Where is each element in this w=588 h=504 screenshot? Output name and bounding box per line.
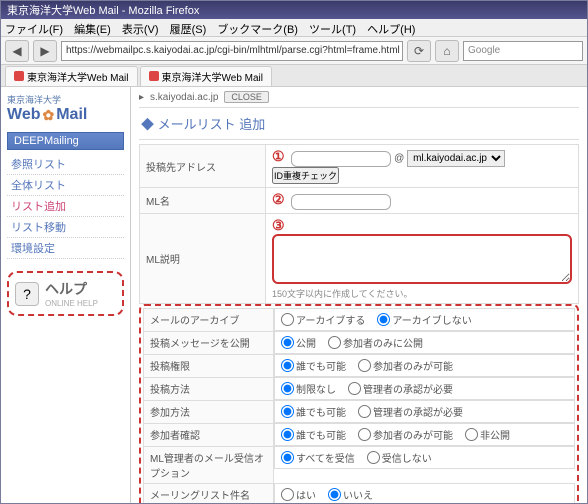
page-title: ◆ メールリスト 追加 <box>139 107 579 140</box>
nav-toolbar: ◀ ▶ https://webmailpc.s.kaiyodai.ac.jp/c… <box>1 37 587 65</box>
logo: 東京海洋大学 Web ✿ Mail <box>7 93 124 124</box>
label-join: 参加方法 <box>144 400 274 423</box>
menu-history[interactable]: 履歴(S) <box>170 24 207 36</box>
annot-3: ③ <box>272 217 285 233</box>
menu-edit[interactable]: 編集(E) <box>74 24 111 36</box>
menu-tools[interactable]: ツール(T) <box>309 24 356 36</box>
archive-no[interactable] <box>377 313 390 326</box>
desc-textarea[interactable] <box>272 234 572 284</box>
close-button[interactable]: CLOSE <box>224 91 269 103</box>
help-label: ヘルプ <box>45 281 87 297</box>
url-text: https://webmailpc.s.kaiyodai.ac.jp/cgi-b… <box>66 45 400 56</box>
archive-yes[interactable] <box>281 313 294 326</box>
search-box[interactable]: Google <box>463 41 583 61</box>
form-table: 投稿先アドレス ① @ ml.kaiyodai.ac.jp ID重複チェック M… <box>139 144 579 304</box>
mlhead-yes[interactable] <box>281 488 294 501</box>
home-button[interactable]: ⌂ <box>435 40 459 62</box>
label-name: ML名 <box>140 188 266 214</box>
perm-members[interactable] <box>358 359 371 372</box>
reload-button[interactable]: ⟳ <box>407 40 431 62</box>
menubar: ファイル(F) 編集(E) 表示(V) 履歴(S) ブックマーク(B) ツール(… <box>1 19 587 37</box>
label-perm: 投稿権限 <box>144 354 274 377</box>
label-admin-recv: ML管理者のメール受信オプション <box>144 446 274 483</box>
label-publish: 投稿メッセージを公開 <box>144 331 274 354</box>
options-block: メールのアーカイブ アーカイブするアーカイブしない 投稿メッセージを公開 公開参… <box>139 304 579 504</box>
addr-input[interactable] <box>291 151 391 167</box>
logo-sub: 東京海洋大学 <box>7 93 124 106</box>
perm-any[interactable] <box>281 359 294 372</box>
adminrecv-none[interactable] <box>367 451 380 464</box>
menu-help[interactable]: ヘルプ(H) <box>367 24 415 36</box>
method-none[interactable] <box>281 382 294 395</box>
sidebar: 東京海洋大学 Web ✿ Mail DEEPMailing 参照リスト 全体リス… <box>1 87 131 503</box>
mlhead-no[interactable] <box>328 488 341 501</box>
crumb-path: s.kaiyodai.ac.jp <box>150 92 218 103</box>
menu-file[interactable]: ファイル(F) <box>5 24 63 36</box>
domain-select[interactable]: ml.kaiyodai.ac.jp <box>407 150 505 167</box>
window-title: 東京海洋大学Web Mail - Mozilla Firefox <box>7 2 199 18</box>
sidebar-item-env[interactable]: 環境設定 <box>7 238 124 259</box>
sidebar-item-move[interactable]: リスト移動 <box>7 217 124 238</box>
desc-note: 150文字以内に作成してください。 <box>272 287 572 300</box>
main-panel: ▸ s.kaiyodai.ac.jp CLOSE ◆ メールリスト 追加 投稿先… <box>131 87 587 503</box>
confirm-any[interactable] <box>281 428 294 441</box>
tabbar: 東京海洋大学Web Mail 東京海洋大学Web Mail <box>1 65 587 87</box>
logo-mail: Mail <box>56 106 87 124</box>
dup-check-button[interactable]: ID重複チェック <box>272 167 339 184</box>
url-bar[interactable]: https://webmailpc.s.kaiyodai.ac.jp/cgi-b… <box>61 41 403 61</box>
sidebar-item-ref[interactable]: 参照リスト <box>7 154 124 175</box>
help-box[interactable]: ? ヘルプ ONLINE HELP <box>7 271 124 316</box>
label-mlhead: メーリングリスト件名 <box>144 483 274 503</box>
forward-button[interactable]: ▶ <box>33 40 57 62</box>
sidebar-head: DEEPMailing <box>7 132 124 150</box>
publish-open[interactable] <box>281 336 294 349</box>
tab-icon <box>14 71 24 81</box>
search-placeholder: Google <box>468 45 500 56</box>
label-archive: メールのアーカイブ <box>144 308 274 331</box>
tab-1[interactable]: 東京海洋大学Web Mail <box>140 66 273 86</box>
back-button[interactable]: ◀ <box>5 40 29 62</box>
menu-view[interactable]: 表示(V) <box>122 24 159 36</box>
adminrecv-all[interactable] <box>281 451 294 464</box>
mlname-input[interactable] <box>291 194 391 210</box>
menu-bookmarks[interactable]: ブックマーク(B) <box>217 24 298 36</box>
sidebar-item-all[interactable]: 全体リスト <box>7 175 124 196</box>
folder-icon: ▸ <box>139 92 144 103</box>
flower-icon: ✿ <box>42 107 54 124</box>
label-desc: ML説明 <box>140 213 266 303</box>
logo-web: Web <box>7 106 40 124</box>
join-any[interactable] <box>281 405 294 418</box>
label-method: 投稿方法 <box>144 377 274 400</box>
help-icon: ? <box>15 282 39 306</box>
tab-label: 東京海洋大学Web Mail <box>162 69 264 84</box>
join-approve[interactable] <box>358 405 371 418</box>
confirm-members[interactable] <box>358 428 371 441</box>
tab-0[interactable]: 東京海洋大学Web Mail <box>5 66 138 86</box>
publish-members[interactable] <box>328 336 341 349</box>
window-titlebar: 東京海洋大学Web Mail - Mozilla Firefox <box>1 1 587 19</box>
help-sub: ONLINE HELP <box>45 299 98 308</box>
sidebar-item-add[interactable]: リスト追加 <box>7 196 124 217</box>
confirm-private[interactable] <box>465 428 478 441</box>
breadcrumb: ▸ s.kaiyodai.ac.jp CLOSE <box>139 91 579 103</box>
tab-icon <box>149 71 159 81</box>
annot-1: ① <box>272 148 285 164</box>
label-confirm: 参加者確認 <box>144 423 274 446</box>
tab-label: 東京海洋大学Web Mail <box>27 69 129 84</box>
method-approve[interactable] <box>348 382 361 395</box>
label-addr: 投稿先アドレス <box>140 145 266 188</box>
annot-2: ② <box>272 191 285 207</box>
